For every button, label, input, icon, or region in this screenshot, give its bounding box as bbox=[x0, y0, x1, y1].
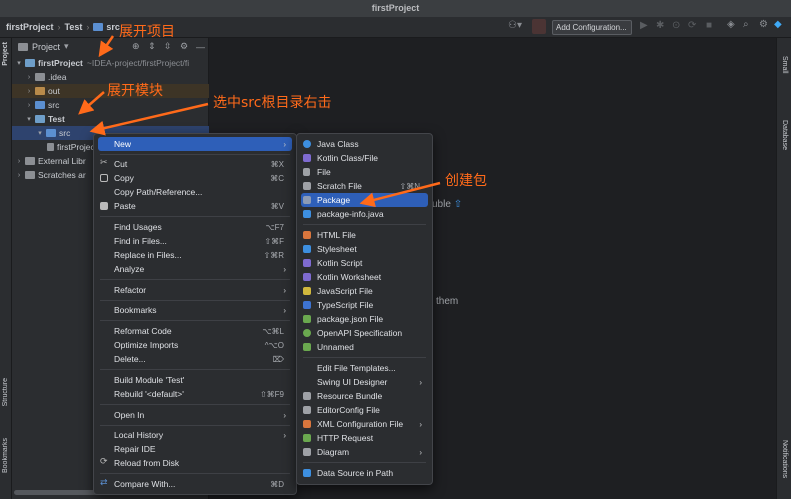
annotation-expand-module: 展开模块 bbox=[107, 83, 163, 99]
annotation-select-src: 选中src根目录右击 bbox=[213, 95, 332, 111]
annotation-arrows bbox=[78, 35, 441, 208]
arrow-expand-project bbox=[98, 35, 115, 58]
arrow-expand-module bbox=[78, 91, 105, 115]
annotation-expand-project: 展开项目 bbox=[119, 24, 175, 40]
arrow-create-package bbox=[359, 181, 441, 208]
annotation-create-package: 创建包 bbox=[445, 173, 487, 189]
arrow-select-src bbox=[89, 102, 209, 136]
